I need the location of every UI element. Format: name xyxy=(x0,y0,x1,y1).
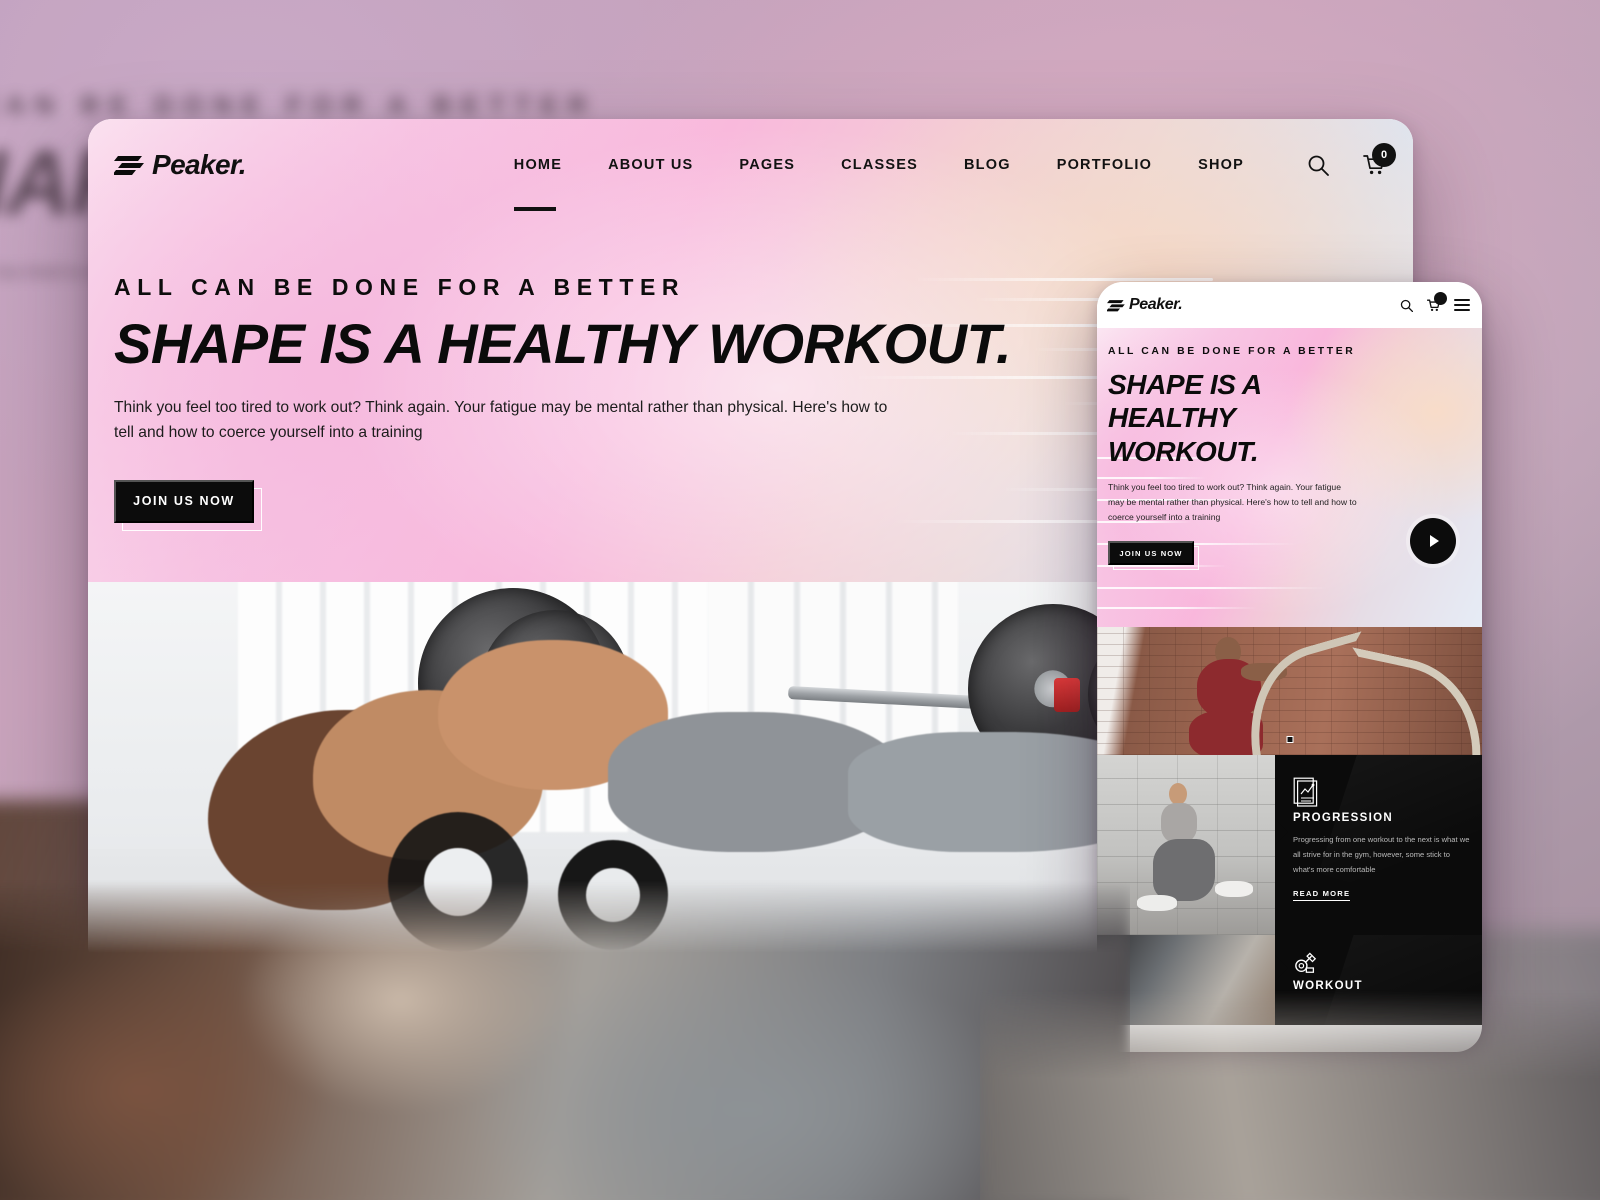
cart-count-badge: 0 xyxy=(1372,143,1396,167)
runner-shoe-right xyxy=(1215,881,1253,897)
play-button-icon[interactable] xyxy=(1410,518,1456,564)
nav-item-classes[interactable]: CLASSES xyxy=(818,157,941,173)
nav-item-pages[interactable]: PAGES xyxy=(716,157,818,173)
join-us-now-button[interactable]: JOIN US NOW xyxy=(114,479,254,523)
mobile-join-us-now-button[interactable]: JOIN US NOW xyxy=(1108,541,1194,566)
ab-roller-hub xyxy=(424,848,492,916)
mobile-navbar: Peaker. xyxy=(1097,282,1482,328)
mobile-hero-cta-wrapper: JOIN US NOW xyxy=(1108,541,1199,571)
dumbbell-icon xyxy=(1293,952,1319,979)
nav-item-blog[interactable]: BLOG xyxy=(941,157,1034,173)
mobile-feature-card-workout: WORKOUT xyxy=(1097,935,1482,1025)
carousel-indicator[interactable] xyxy=(1286,736,1293,743)
mobile-cart-count-badge xyxy=(1434,291,1447,305)
mobile-brand-logo[interactable]: Peaker. xyxy=(1105,296,1183,314)
desktop-nav-icons: 0 xyxy=(1307,143,1396,176)
runner-head xyxy=(1169,783,1187,805)
desktop-hero-copy: ALL CAN BE DONE FOR A BETTER SHAPE IS A … xyxy=(88,211,1413,531)
backdrop-kicker: ALL CAN BE DONE FOR A BETTER xyxy=(0,90,597,120)
workout-photo xyxy=(1097,935,1275,1025)
desktop-nav-menu: HOME ABOUT US PAGES CLASSES BLOG PORTFOL… xyxy=(491,157,1267,211)
workout-card-title: WORKOUT xyxy=(1293,980,1363,992)
cart-icon[interactable]: 0 xyxy=(1363,143,1396,176)
screenshot-canvas: ALL CAN BE DONE FOR A BETTER SHAPE IS A … xyxy=(0,0,1600,1200)
hero-cta-wrapper: JOIN US NOW xyxy=(114,479,262,531)
mobile-brand-name: Peaker. xyxy=(1129,296,1183,313)
desktop-hero-section: Peaker. HOME ABOUT US PAGES CLASSES BLOG… xyxy=(88,119,1413,582)
progression-card-body: PROGRESSION Progressing from one workout… xyxy=(1275,755,1482,935)
progression-card-title: PROGRESSION xyxy=(1293,812,1393,824)
workout-card-body: WORKOUT xyxy=(1275,935,1482,1025)
runner-leggings xyxy=(1153,839,1215,901)
hamburger-menu-icon[interactable] xyxy=(1454,299,1470,311)
nav-item-home[interactable]: HOME xyxy=(491,157,585,211)
hero-lead-paragraph: Think you feel too tired to work out? Th… xyxy=(114,399,888,442)
desktop-navbar: Peaker. HOME ABOUT US PAGES CLASSES BLOG… xyxy=(88,119,1413,211)
runner-photo xyxy=(1097,755,1275,935)
peaker-logo-icon xyxy=(1105,299,1126,312)
mobile-feature-card-progression: PROGRESSION Progressing from one workout… xyxy=(1097,755,1482,935)
search-icon[interactable] xyxy=(1400,299,1414,312)
brand-logo[interactable]: Peaker. xyxy=(112,149,247,181)
progression-read-more-link[interactable]: READ MORE xyxy=(1293,889,1351,902)
progression-card-text: Progressing from one workout to the next… xyxy=(1293,835,1470,874)
brand-name: Peaker. xyxy=(152,149,247,180)
barbell-collar-clip xyxy=(1054,678,1080,712)
runner-shoe-left xyxy=(1137,895,1177,911)
runner-top xyxy=(1161,803,1197,843)
mobile-battle-ropes-photo xyxy=(1097,627,1482,755)
nav-item-portfolio[interactable]: PORTFOLIO xyxy=(1034,157,1175,173)
search-icon[interactable] xyxy=(1307,154,1329,176)
nav-item-about-us[interactable]: ABOUT US xyxy=(585,157,716,173)
nav-item-shop[interactable]: SHOP xyxy=(1175,157,1267,173)
peaker-logo-icon xyxy=(112,154,146,176)
mobile-nav-icons xyxy=(1400,291,1470,312)
document-chart-icon xyxy=(1293,777,1319,811)
ab-roller-hub-2 xyxy=(586,868,640,922)
cart-icon[interactable] xyxy=(1426,291,1447,312)
